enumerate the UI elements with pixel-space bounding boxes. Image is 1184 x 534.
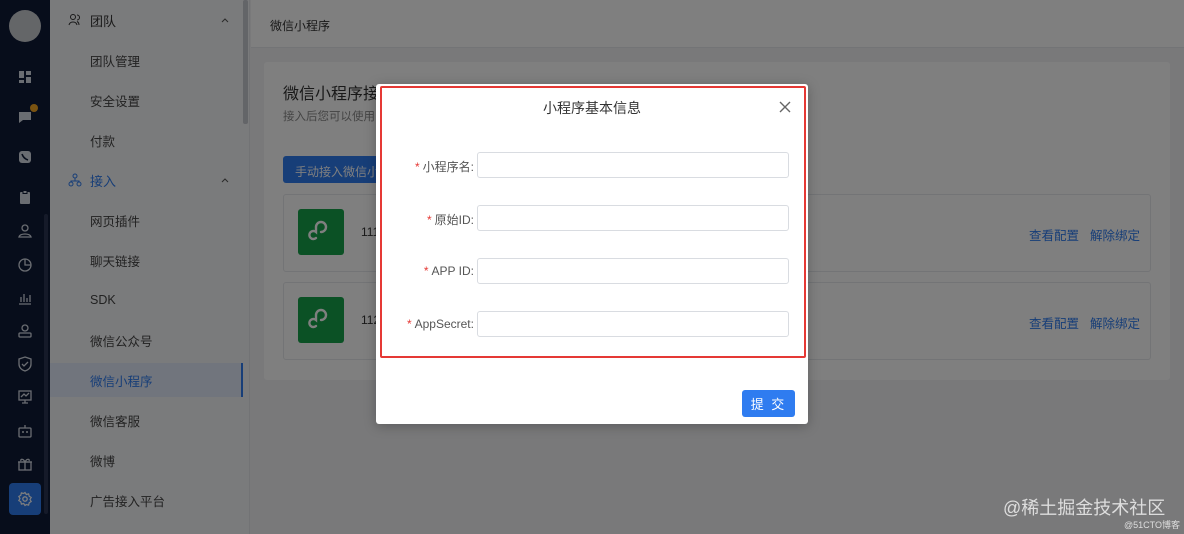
close-icon[interactable] (778, 100, 792, 114)
field-label: * 小程序名: (415, 158, 474, 175)
form-field-original-id: * 原始ID: (376, 205, 808, 231)
field-label: * AppSecret: (407, 317, 474, 331)
required-mark: * (414, 160, 420, 174)
watermark-main: @稀土掘金技术社区 (1003, 498, 1166, 518)
field-label: * 原始ID: (427, 211, 474, 228)
watermark-sub: @51CTO博客 (1124, 520, 1180, 530)
required-mark: * (406, 317, 412, 331)
field-label-text: 原始ID (434, 213, 471, 227)
form-field-app-secret: * AppSecret: (376, 311, 808, 337)
app-id-input[interactable] (477, 258, 789, 284)
label-colon: : (470, 264, 474, 278)
field-label-text: AppSecret (414, 317, 471, 331)
miniprogram-name-input[interactable] (477, 152, 789, 178)
field-label-text: 小程序名 (422, 160, 471, 174)
original-id-input[interactable] (477, 205, 789, 231)
submit-button[interactable]: 提 交 (742, 390, 795, 417)
dialog-title: 小程序基本信息 (543, 100, 641, 116)
label-colon: : (470, 213, 474, 227)
field-label-text: APP ID (431, 264, 471, 278)
label-colon: : (470, 317, 474, 331)
field-label: * APP ID: (424, 264, 474, 278)
form-field-name: * 小程序名: (376, 152, 808, 178)
app-secret-input[interactable] (477, 311, 789, 337)
form-field-app-id: * APP ID: (376, 258, 808, 284)
required-mark: * (426, 213, 432, 227)
required-mark: * (423, 264, 429, 278)
miniprogram-info-dialog: 小程序基本信息 * 小程序名: * 原始ID: * APP ID: * AppSecre… (376, 84, 808, 424)
label-colon: : (470, 160, 474, 174)
